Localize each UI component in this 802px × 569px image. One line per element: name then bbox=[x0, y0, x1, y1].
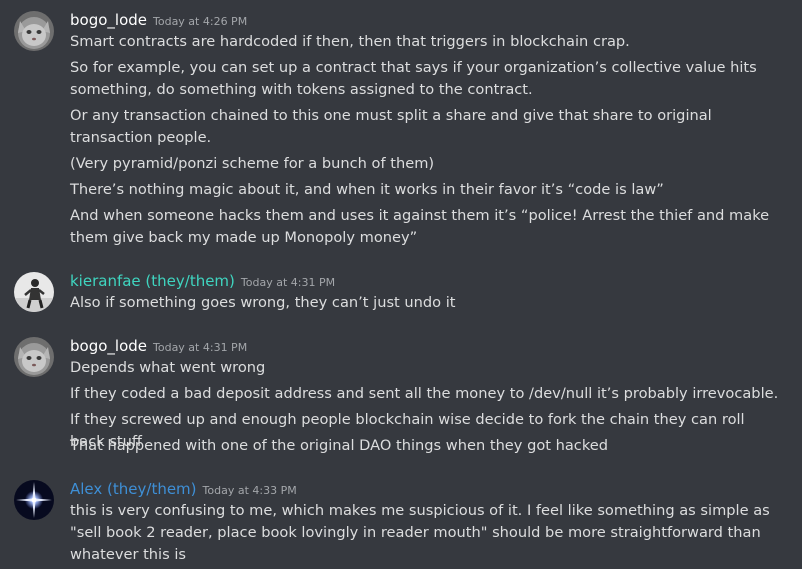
username[interactable]: bogo_lode bbox=[70, 11, 147, 29]
timestamp: Today at 4:31 PM bbox=[153, 341, 248, 354]
message-text: (Very pyramid/ponzi scheme for a bunch o… bbox=[70, 155, 435, 172]
username[interactable]: kieranfae (they/them) bbox=[70, 272, 235, 290]
message-text: Also if something goes wrong, they can’t… bbox=[70, 294, 456, 311]
star-burst-avatar-icon[interactable] bbox=[14, 480, 54, 520]
message-header: kieranfae (they/them) Today at 4:31 PM bbox=[70, 271, 335, 290]
message-text: Or any transaction chained to this one m… bbox=[70, 107, 712, 146]
message-text: So for example, you can set up a contrac… bbox=[70, 59, 757, 98]
message-text: If they coded a bad deposit address and … bbox=[70, 385, 779, 402]
username[interactable]: bogo_lode bbox=[70, 337, 147, 355]
message-text: That happened with one of the original D… bbox=[70, 437, 609, 454]
message-header: Alex (they/them) Today at 4:33 PM bbox=[70, 479, 297, 498]
message-text: this is very confusing to me, which make… bbox=[70, 502, 770, 563]
cat-avatar-icon[interactable] bbox=[14, 337, 54, 377]
timestamp: Today at 4:31 PM bbox=[240, 276, 336, 289]
cat-avatar-icon[interactable] bbox=[14, 11, 54, 51]
message-header: bogo_lode Today at 4:26 PM bbox=[70, 10, 247, 29]
message-header: bogo_lode Today at 4:31 PM bbox=[70, 336, 247, 355]
message-text: Depends what went wrong bbox=[70, 359, 266, 376]
timestamp: Today at 4:33 PM bbox=[202, 484, 297, 497]
message-text: Smart contracts are hardcoded if then, t… bbox=[70, 33, 630, 50]
person-photo-avatar-icon[interactable] bbox=[14, 272, 54, 312]
message-text: There’s nothing magic about it, and when… bbox=[70, 181, 664, 198]
timestamp: Today at 4:26 PM bbox=[153, 15, 248, 28]
username[interactable]: Alex (they/them) bbox=[70, 480, 197, 498]
message-text: And when someone hacks them and uses it … bbox=[70, 207, 770, 246]
